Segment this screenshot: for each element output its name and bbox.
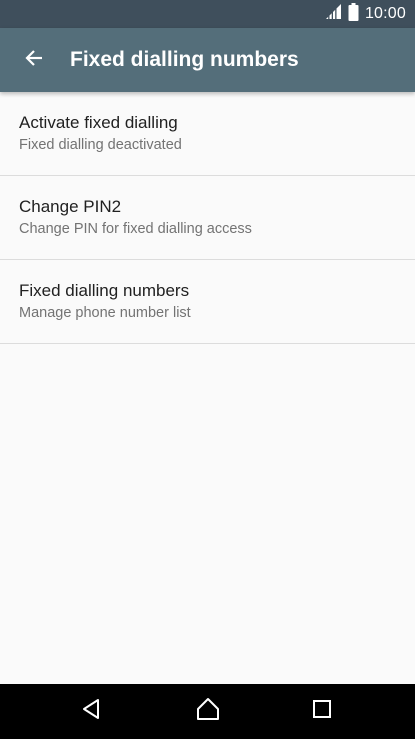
- status-icons: 10:00: [325, 0, 406, 28]
- settings-list: Activate fixed dialling Fixed dialling d…: [0, 92, 415, 344]
- setting-summary: Change PIN for fixed dialling access: [19, 221, 252, 237]
- setting-change-pin2[interactable]: Change PIN2 Change PIN for fixed diallin…: [0, 176, 415, 260]
- status-time: 10:00: [364, 5, 406, 22]
- nav-home-button[interactable]: [176, 684, 240, 739]
- navigation-bar: [0, 684, 415, 739]
- page-title: Fixed dialling numbers: [70, 48, 299, 71]
- setting-activate-fixed-dialling[interactable]: Activate fixed dialling Fixed dialling d…: [0, 92, 415, 176]
- setting-title: Change PIN2: [19, 197, 122, 216]
- status-bar: 10:00: [0, 0, 415, 28]
- battery-icon: [348, 2, 359, 26]
- app-bar: Fixed dialling numbers: [0, 28, 415, 92]
- home-icon: [196, 697, 220, 726]
- setting-fixed-dialling-numbers[interactable]: Fixed dialling numbers Manage phone numb…: [0, 260, 415, 344]
- setting-title: Activate fixed dialling: [19, 113, 178, 132]
- setting-summary: Fixed dialling deactivated: [19, 137, 182, 153]
- signal-icon: [325, 3, 342, 25]
- setting-title: Fixed dialling numbers: [19, 281, 190, 300]
- nav-recents-button[interactable]: [290, 684, 354, 739]
- nav-back-button[interactable]: [60, 684, 124, 739]
- setting-summary: Manage phone number list: [19, 305, 191, 321]
- back-button[interactable]: [10, 36, 58, 84]
- arrow-back-icon: [24, 48, 44, 73]
- recents-square-icon: [312, 699, 332, 724]
- back-triangle-icon: [81, 698, 103, 725]
